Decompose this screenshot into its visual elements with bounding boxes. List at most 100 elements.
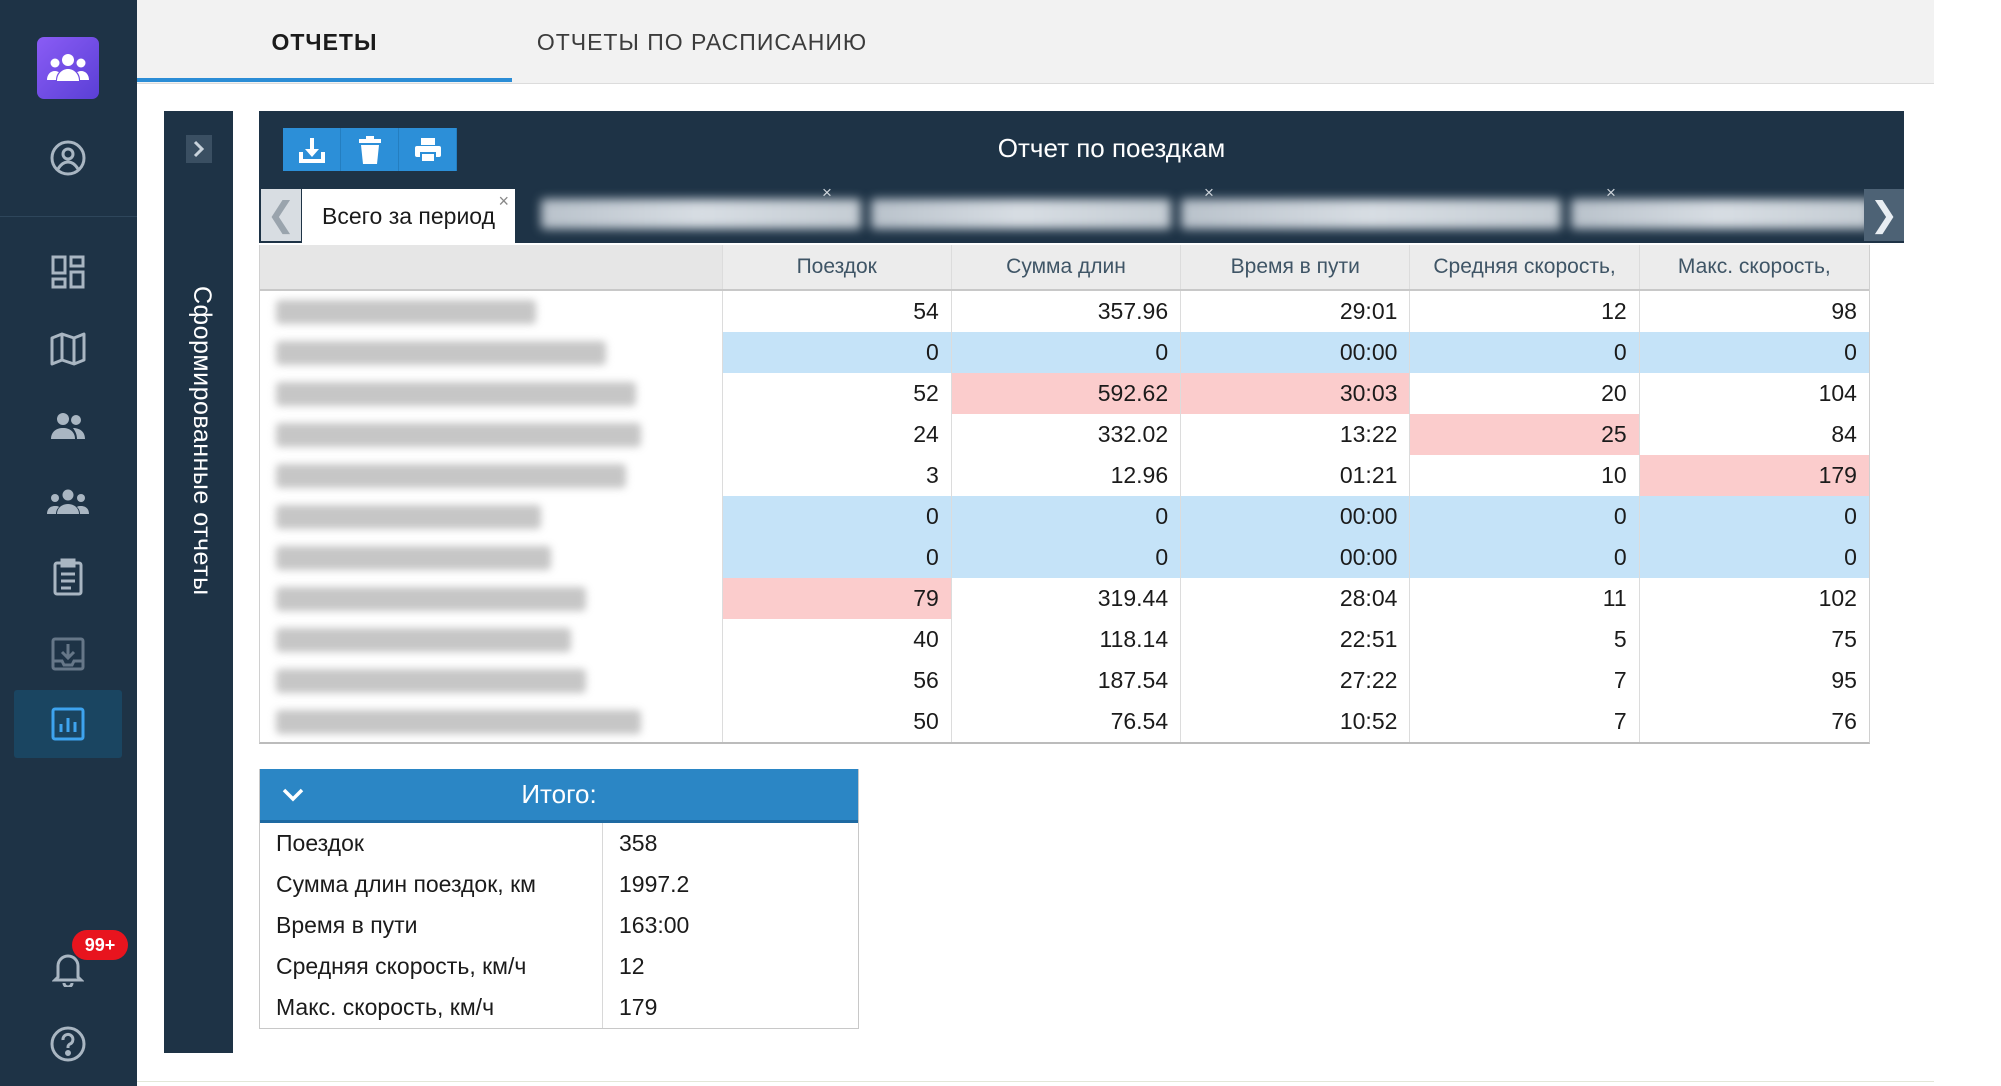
column-header-trips[interactable]: Поездок bbox=[723, 245, 952, 289]
report-title: Отчет по поездкам bbox=[997, 132, 1226, 163]
subtab-blurred[interactable] bbox=[1571, 199, 1871, 229]
column-header-length[interactable]: Сумма длин bbox=[952, 245, 1182, 289]
table-row[interactable]: 3 12.96 01:21 10 179 bbox=[260, 455, 1869, 496]
table-row[interactable]: 50 76.54 10:52 7 76 bbox=[260, 701, 1869, 742]
subtab-total-period[interactable]: Всего за период × bbox=[302, 189, 515, 243]
table-row[interactable]: 0 0 00:00 0 0 bbox=[260, 537, 1869, 578]
app-root: 99+ ОТЧЕТЫ ОТЧЕТЫ ПО РАСПИСАНИЮ Сформиро… bbox=[0, 0, 2001, 1086]
cell-length: 76.54 bbox=[951, 701, 1182, 742]
cell-trips: 24 bbox=[722, 414, 952, 455]
totals-panel: Итого: Поездок 358 Сумма длин поездок, км 1… bbox=[259, 769, 859, 1029]
cell-max: 84 bbox=[1639, 414, 1869, 455]
cell-length: 0 bbox=[951, 496, 1182, 537]
cell-time: 00:00 bbox=[1181, 537, 1411, 578]
cell-max: 179 bbox=[1639, 455, 1869, 496]
dashboard-icon[interactable] bbox=[44, 248, 92, 296]
cell-max: 95 bbox=[1639, 660, 1869, 701]
subtab-prev-button[interactable]: ❮ bbox=[261, 189, 301, 241]
print-button[interactable] bbox=[399, 128, 457, 171]
column-header-time[interactable]: Время в пути bbox=[1181, 245, 1411, 289]
close-icon[interactable]: × bbox=[498, 191, 509, 212]
cell-avg: 7 bbox=[1410, 701, 1640, 742]
cell-trips: 79 bbox=[722, 578, 952, 619]
totals-value: 358 bbox=[619, 830, 658, 856]
subtab-blurred[interactable] bbox=[1181, 199, 1561, 229]
table-row[interactable]: 0 0 00:00 0 0 bbox=[260, 332, 1869, 373]
groups-icon[interactable] bbox=[44, 478, 92, 526]
table-row[interactable]: 24 332.02 13:22 25 84 bbox=[260, 414, 1869, 455]
totals-row: Сумма длин поездок, км 1997.2 bbox=[260, 864, 858, 905]
report-subtabs: ❮ Всего за период × × × × ❯ bbox=[259, 183, 1904, 243]
column-header-name[interactable] bbox=[260, 245, 723, 289]
map-icon[interactable] bbox=[44, 325, 92, 373]
help-icon[interactable] bbox=[44, 1020, 92, 1068]
user-circle-icon[interactable] bbox=[44, 134, 92, 182]
cell-length: 0 bbox=[951, 332, 1182, 373]
cell-time: 01:21 bbox=[1181, 455, 1411, 496]
driver-name-redacted bbox=[276, 340, 606, 365]
totals-row: Поездок 358 bbox=[260, 823, 858, 864]
cell-max: 76 bbox=[1639, 701, 1869, 742]
cell-avg: 5 bbox=[1410, 619, 1640, 660]
table-row[interactable]: 0 0 00:00 0 0 bbox=[260, 496, 1869, 537]
users-icon[interactable] bbox=[44, 402, 92, 450]
driver-name-cell bbox=[260, 373, 723, 414]
driver-name-cell bbox=[260, 291, 723, 332]
tab-reports[interactable]: ОТЧЕТЫ bbox=[137, 0, 512, 84]
table-row[interactable]: 56 187.54 27:22 7 95 bbox=[260, 660, 1869, 701]
cell-avg: 10 bbox=[1410, 455, 1640, 496]
cell-max: 75 bbox=[1639, 619, 1869, 660]
sidebar-divider bbox=[0, 216, 137, 217]
cell-length: 0 bbox=[951, 537, 1182, 578]
cell-max: 98 bbox=[1639, 291, 1869, 332]
download-button[interactable] bbox=[283, 128, 341, 171]
download-tray-icon[interactable] bbox=[44, 630, 92, 678]
column-header-max-speed[interactable]: Макс. скорость, bbox=[1640, 245, 1869, 289]
cell-length: 332.02 bbox=[951, 414, 1182, 455]
totals-value: 163:00 bbox=[619, 912, 690, 938]
cell-length: 357.96 bbox=[951, 291, 1182, 332]
cell-trips: 50 bbox=[722, 701, 952, 742]
totals-value: 179 bbox=[619, 994, 658, 1020]
cell-avg: 0 bbox=[1410, 537, 1640, 578]
notification-badge: 99+ bbox=[72, 930, 128, 960]
driver-name-cell bbox=[260, 578, 723, 619]
table-body: 54 357.96 29:01 12 98 0 0 00:00 0 0 52 592.62 30:03 2… bbox=[260, 291, 1869, 742]
driver-name-cell bbox=[260, 332, 723, 373]
report-header: Отчет по поездкам bbox=[259, 111, 1904, 185]
chevron-down-icon[interactable] bbox=[280, 782, 306, 808]
table-row[interactable]: 40 118.14 22:51 5 75 bbox=[260, 619, 1869, 660]
tab-bar: ОТЧЕТЫ ОТЧЕТЫ ПО РАСПИСАНИЮ bbox=[137, 0, 1934, 84]
team-logo-icon[interactable] bbox=[37, 37, 99, 99]
bar-chart-icon[interactable] bbox=[44, 700, 92, 748]
expand-panel-chevron-icon[interactable] bbox=[186, 135, 212, 163]
table-row[interactable]: 79 319.44 28:04 11 102 bbox=[260, 578, 1869, 619]
cell-trips: 54 bbox=[722, 291, 952, 332]
totals-label: Средняя скорость, км/ч bbox=[260, 946, 603, 987]
subtab-blurred[interactable] bbox=[871, 199, 1171, 229]
driver-name-cell bbox=[260, 455, 723, 496]
column-header-avg-speed[interactable]: Средняя скорость, bbox=[1410, 245, 1640, 289]
table-row[interactable]: 52 592.62 30:03 20 104 bbox=[260, 373, 1869, 414]
report-toolbar bbox=[283, 128, 457, 171]
cell-trips: 52 bbox=[722, 373, 952, 414]
tab-scheduled-reports[interactable]: ОТЧЕТЫ ПО РАСПИСАНИЮ bbox=[532, 0, 872, 84]
cell-max: 0 bbox=[1639, 332, 1869, 373]
driver-name-redacted bbox=[276, 586, 586, 611]
cell-length: 592.62 bbox=[951, 373, 1182, 414]
cell-time: 28:04 bbox=[1181, 578, 1411, 619]
generated-reports-label[interactable]: Сформированные отчеты bbox=[182, 286, 216, 646]
cell-avg: 11 bbox=[1410, 578, 1640, 619]
driver-name-redacted bbox=[276, 709, 641, 734]
table-row[interactable]: 54 357.96 29:01 12 98 bbox=[260, 291, 1869, 332]
cell-trips: 0 bbox=[722, 496, 952, 537]
subtab-next-button[interactable]: ❯ bbox=[1864, 189, 1904, 241]
delete-button[interactable] bbox=[341, 128, 399, 171]
driver-name-redacted bbox=[276, 299, 536, 324]
totals-label: Время в пути bbox=[260, 905, 603, 946]
driver-name-redacted bbox=[276, 422, 641, 447]
driver-name-cell bbox=[260, 537, 723, 578]
subtab-blurred[interactable] bbox=[541, 199, 861, 229]
close-icon[interactable]: × bbox=[822, 183, 832, 203]
clipboard-icon[interactable] bbox=[44, 553, 92, 601]
